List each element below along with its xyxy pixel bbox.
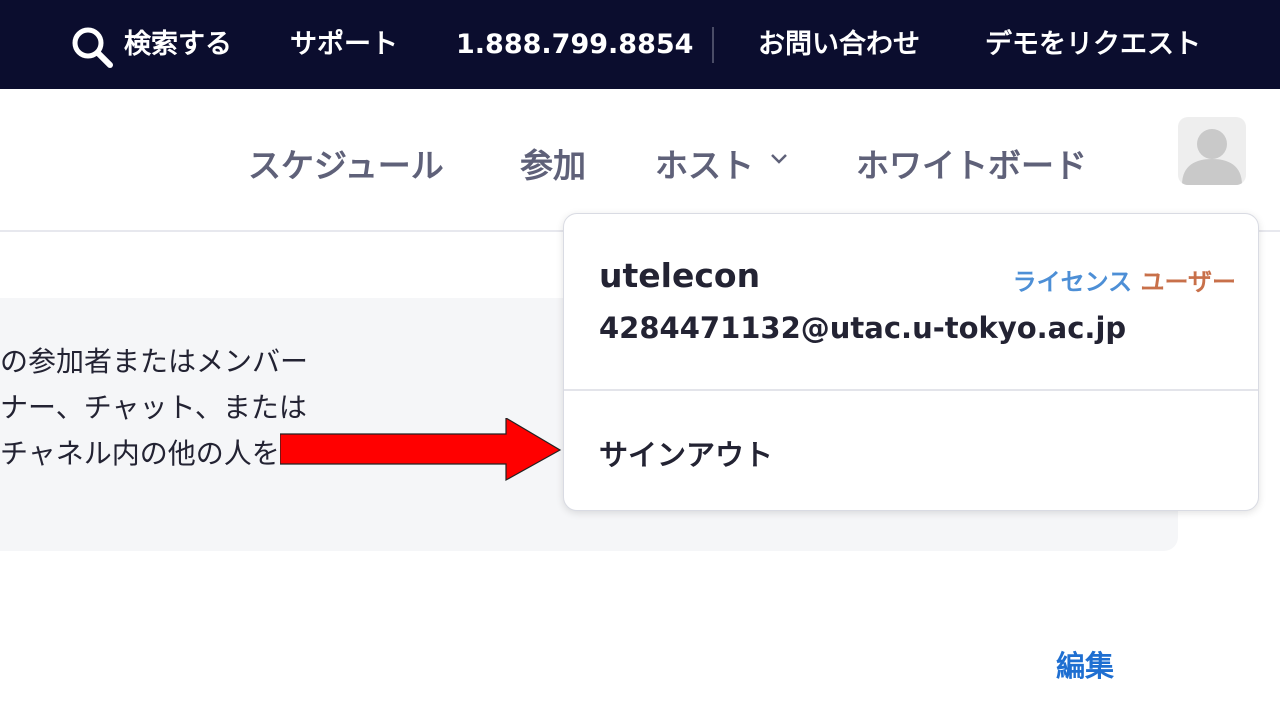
license-badge: ライセンス ユーザー [1013, 262, 1236, 297]
topbar-divider [712, 27, 714, 63]
arrow-annotation [280, 418, 562, 482]
profile-username: utelecon [599, 256, 761, 295]
edit-link[interactable]: 編集 [1056, 643, 1114, 685]
dropdown-divider [564, 389, 1258, 391]
main-nav: スケジュール 参加 ホスト ホワイトボード [0, 89, 1280, 232]
request-demo-link[interactable]: デモをリクエスト [985, 0, 1201, 89]
panel-text-line: チャネル内の他の人を [0, 437, 280, 470]
chevron-down-icon[interactable] [770, 153, 788, 165]
nav-host[interactable]: ホスト [655, 139, 754, 187]
avatar[interactable] [1178, 117, 1246, 185]
support-link[interactable]: サポート [290, 0, 398, 89]
license-label: ライセンス [1012, 268, 1133, 296]
sign-out-button[interactable]: サインアウト [599, 432, 773, 474]
search-link[interactable]: 検索する [124, 0, 232, 89]
search-icon[interactable] [70, 25, 114, 69]
panel-text-line: の参加者またはメンバー [0, 345, 309, 378]
profile-email: 4284471132@utac.u-tokyo.ac.jp [599, 311, 1127, 345]
profile-dropdown: utelecon ライセンス ユーザー 4284471132@utac.u-to… [563, 213, 1259, 511]
phone-number-link[interactable]: 1.888.799.8854 [456, 0, 693, 89]
license-user-label: ユーザー [1140, 268, 1236, 296]
nav-whiteboard[interactable]: ホワイトボード [856, 139, 1087, 187]
nav-join[interactable]: 参加 [520, 139, 586, 187]
nav-schedule[interactable]: スケジュール [248, 139, 444, 187]
contact-link[interactable]: お問い合わせ [758, 0, 920, 89]
panel-text-line: ナー、チャット、または [0, 391, 307, 424]
avatar-icon [1182, 129, 1242, 185]
top-utility-bar: 検索する サポート 1.888.799.8854 お問い合わせ デモをリクエスト [0, 0, 1280, 89]
